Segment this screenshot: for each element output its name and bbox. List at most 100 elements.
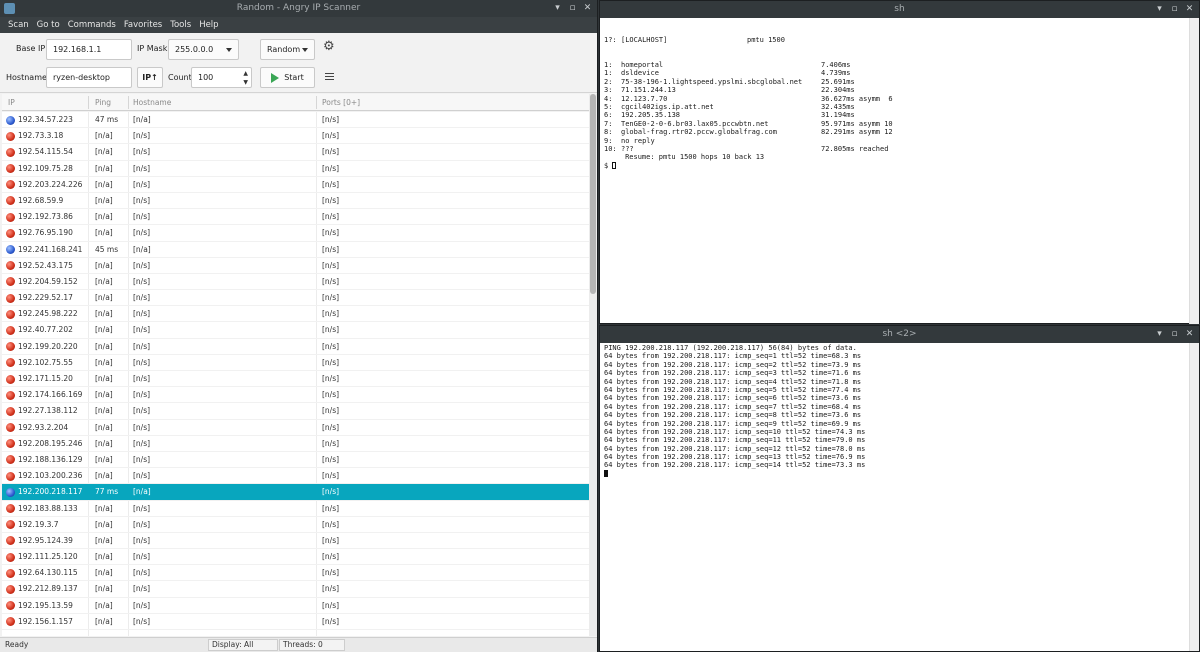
base-ip-input[interactable]: 192.168.1.1 <box>46 39 132 60</box>
results-scrollbar[interactable] <box>589 94 597 636</box>
terminal-scrollbar[interactable] <box>1189 343 1199 651</box>
table-row[interactable]: 192.204.59.152 [n/a] [n/s] [n/s] <box>2 274 589 291</box>
hop-info: pmtu 1500 <box>747 35 785 44</box>
row-ping: [n/a] <box>95 438 113 448</box>
table-row[interactable]: 192.188.136.129 [n/a] [n/s] [n/s] <box>2 452 589 469</box>
hop-time: 25.691ms <box>821 77 855 86</box>
table-row[interactable]: 192.174.166.169 [n/a] [n/s] [n/s] <box>2 387 589 404</box>
maximize-icon[interactable]: ▫ <box>1169 1 1180 18</box>
table-row[interactable]: 192.52.43.175 [n/a] [n/s] [n/s] <box>2 258 589 274</box>
minimize-icon[interactable]: ▾ <box>1154 1 1165 18</box>
menu-help[interactable]: Help <box>195 17 222 33</box>
column-hostname[interactable]: Hostname <box>133 94 171 111</box>
ip-mask-select[interactable]: 255.0.0.0 <box>168 39 239 60</box>
row-ports: [n/s] <box>322 195 340 205</box>
row-ports: [n/s] <box>322 131 340 141</box>
terminal-window-sh-2[interactable]: sh <2> ▾ ▫ ✕ PING 192.200.218.117 (192.2… <box>599 325 1200 652</box>
column-ping[interactable]: Ping <box>95 94 111 111</box>
table-row[interactable]: 192.40.77.202 [n/a] [n/s] [n/s] <box>2 322 589 339</box>
table-row[interactable]: 192.93.2.204 [n/a] [n/s] [n/s] <box>2 420 589 436</box>
table-row[interactable]: 192.111.25.120 [n/a] [n/s] [n/s] <box>2 549 589 566</box>
row-ports: [n/s] <box>322 244 340 254</box>
table-row[interactable]: 192.245.98.222 [n/a] [n/s] [n/s] <box>2 306 589 323</box>
table-row[interactable]: 192.241.168.241 45 ms [n/a] [n/s] <box>2 242 589 258</box>
table-row[interactable]: 192.212.89.137 [n/a] [n/s] [n/s] <box>2 581 589 598</box>
red-circle-icon <box>6 439 15 449</box>
hostname-input[interactable]: ryzen-desktop <box>46 67 132 88</box>
table-row[interactable]: 192.199.20.220 [n/a] [n/s] [n/s] <box>2 339 589 355</box>
row-ip: 192.27.138.112 <box>18 406 78 416</box>
stepper-down-icon[interactable]: ▼ <box>243 79 248 86</box>
table-row[interactable]: 192.102.75.55 [n/a] [n/s] [n/s] <box>2 355 589 371</box>
table-row[interactable]: 192.64.130.115 [n/a] [n/s] [n/s] <box>2 565 589 582</box>
column-ports[interactable]: Ports [0+] <box>322 94 360 111</box>
feeder-select[interactable]: Random <box>260 39 315 60</box>
table-row[interactable]: 192.183.88.133 [n/a] [n/s] [n/s] <box>2 501 589 517</box>
ip-up-button[interactable]: IP↑ <box>137 67 163 88</box>
row-ports: [n/s] <box>322 228 340 238</box>
ping-output-line: 64 bytes from 192.200.218.117: icmp_seq=… <box>604 402 862 411</box>
table-row[interactable]: 192.229.52.17 [n/a] [n/s] [n/s] <box>2 290 589 307</box>
terminal-titlebar[interactable]: sh <2> ▾ ▫ ✕ <box>600 326 1199 343</box>
table-row[interactable]: 192.156.1.157 [n/a] [n/s] [n/s] <box>2 614 589 630</box>
row-ports: [n/s] <box>322 568 340 578</box>
terminal-window-sh[interactable]: sh ▾ ▫ ✕ 1?: [LOCALHOST] pmtu 1500 1: hom… <box>599 0 1200 324</box>
ping-output-line: 64 bytes from 192.200.218.117: icmp_seq=… <box>604 411 862 420</box>
gear-icon[interactable]: ⚙ <box>323 39 335 54</box>
start-button[interactable]: Start <box>260 67 315 88</box>
row-hostname: [n/s] <box>133 212 151 222</box>
close-icon[interactable]: ✕ <box>1184 326 1195 343</box>
table-row[interactable]: 192.27.138.112 [n/a] [n/s] [n/s] <box>2 403 589 420</box>
row-ports: [n/s] <box>322 374 340 383</box>
minimize-icon[interactable]: ▾ <box>1154 326 1165 343</box>
table-row[interactable]: 192.200.218.117 77 ms [n/a] [n/s] <box>2 484 589 501</box>
red-circle-icon <box>6 277 15 287</box>
row-ping: 77 ms <box>95 487 119 497</box>
table-row[interactable]: 192.19.3.7 [n/a] [n/s] [n/s] <box>2 517 589 533</box>
menu-go-to[interactable]: Go to <box>33 17 64 33</box>
table-row[interactable]: 192.54.115.54 [n/a] [n/s] [n/s] <box>2 144 589 161</box>
row-ports: [n/s] <box>322 341 340 351</box>
shell-prompt-line[interactable]: $ <box>604 161 1187 170</box>
red-circle-icon <box>6 374 15 384</box>
row-hostname: [n/s] <box>133 471 151 481</box>
ping-output-line: 64 bytes from 192.200.218.117: icmp_seq=… <box>604 385 862 394</box>
table-row[interactable]: 192.208.195.246 [n/a] [n/s] [n/s] <box>2 436 589 452</box>
shell-cursor-line[interactable] <box>604 469 1187 478</box>
list-icon[interactable] <box>325 73 334 82</box>
maximize-icon[interactable]: ▫ <box>567 0 578 17</box>
table-row[interactable]: 192.76.95.190 [n/a] [n/s] [n/s] <box>2 225 589 242</box>
minimize-icon[interactable]: ▾ <box>552 0 563 17</box>
scanner-titlebar[interactable]: Random - Angry IP Scanner ▾ ▫ ✕ <box>0 0 597 17</box>
row-ports: [n/s] <box>322 454 340 464</box>
table-row[interactable]: 192.192.73.86 [n/a] [n/s] [n/s] <box>2 209 589 226</box>
table-row[interactable]: 192.109.75.28 [n/a] [n/s] [n/s] <box>2 161 589 177</box>
table-row[interactable]: 192.95.124.39 [n/a] [n/s] [n/s] <box>2 533 589 550</box>
table-row[interactable]: 192.171.15.20 [n/a] [n/s] [n/s] <box>2 371 589 388</box>
table-row[interactable]: 192.195.13.59 [n/a] [n/s] [n/s] <box>2 598 589 614</box>
terminal-scrollbar[interactable] <box>1189 18 1199 324</box>
row-hostname: [n/s] <box>133 260 151 270</box>
menu-commands[interactable]: Commands <box>64 17 120 33</box>
column-separator <box>128 96 129 109</box>
table-row[interactable]: 192.68.59.9 [n/a] [n/s] [n/s] <box>2 193 589 210</box>
red-circle-icon <box>6 147 15 157</box>
maximize-icon[interactable]: ▫ <box>1169 326 1180 343</box>
scrollbar-thumb[interactable] <box>590 94 596 294</box>
row-hostname: [n/a] <box>133 487 151 497</box>
hop-host: 192.205.35.138 <box>621 111 681 120</box>
stepper-up-icon[interactable]: ▲ <box>243 70 248 77</box>
count-stepper[interactable]: 100 ▲ ▼ <box>191 67 252 88</box>
table-row[interactable]: 192.203.224.226 [n/a] [n/s] [n/s] <box>2 177 589 193</box>
table-row[interactable]: 192.34.57.223 47 ms [n/a] [n/s] <box>2 112 589 129</box>
table-row[interactable]: 192.103.200.236 [n/a] [n/s] [n/s] <box>2 468 589 485</box>
row-ping: [n/a] <box>95 535 113 545</box>
close-icon[interactable]: ✕ <box>1184 1 1195 18</box>
close-icon[interactable]: ✕ <box>582 0 593 17</box>
menu-favorites[interactable]: Favorites <box>120 17 166 33</box>
menu-scan[interactable]: Scan <box>4 17 33 33</box>
column-ip[interactable]: IP <box>8 94 15 111</box>
menu-tools[interactable]: Tools <box>166 17 195 33</box>
terminal-titlebar[interactable]: sh ▾ ▫ ✕ <box>600 1 1199 18</box>
table-row[interactable]: 192.73.3.18 [n/a] [n/s] [n/s] <box>2 128 589 145</box>
